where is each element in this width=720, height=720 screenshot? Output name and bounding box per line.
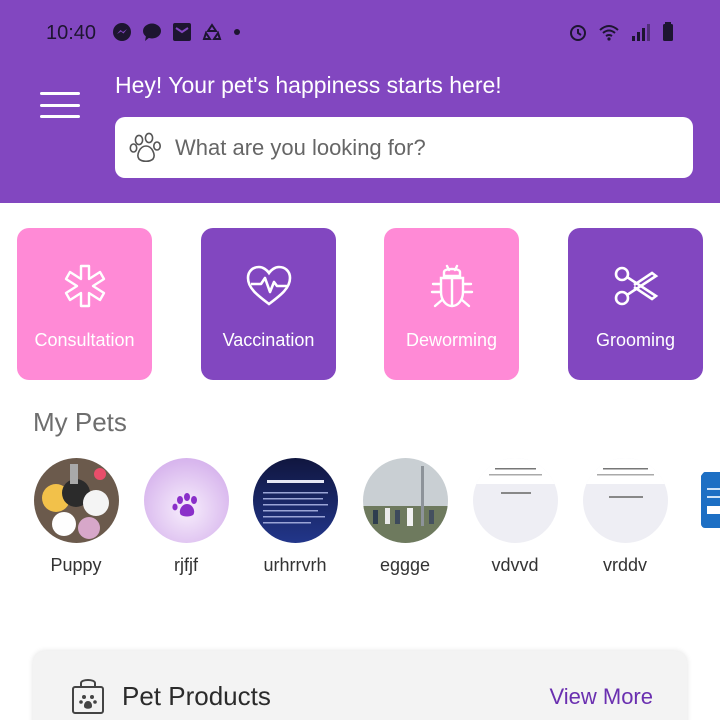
pets-carousel[interactable]: Puppy rjfjf urhrrvrh eggge vdvvd vrddv bbox=[0, 458, 720, 578]
pet-avatar bbox=[582, 458, 668, 543]
status-bar: 10:40 bbox=[0, 0, 720, 66]
heartbeat-icon bbox=[246, 265, 291, 306]
pet-name: vrddv bbox=[602, 555, 647, 575]
messenger-icon bbox=[112, 22, 132, 42]
wifi-icon bbox=[598, 22, 620, 42]
pet-avatar bbox=[692, 458, 720, 543]
pet-avatar bbox=[252, 458, 338, 543]
medical-asterisk-icon bbox=[64, 264, 105, 308]
alarm-icon bbox=[568, 22, 588, 42]
search-input[interactable]: What are you looking for? bbox=[115, 117, 693, 178]
chat-bubble-icon bbox=[142, 22, 162, 42]
view-more-link[interactable]: View More bbox=[549, 684, 653, 710]
search-placeholder: What are you looking for? bbox=[175, 134, 426, 160]
service-label-vaccination: Vaccination bbox=[222, 330, 315, 350]
pet-products-card: Pet Products View More bbox=[33, 651, 687, 720]
pet-avatar bbox=[33, 458, 119, 543]
pet-item[interactable]: vrddv bbox=[570, 458, 680, 576]
pet-name: vdvvd bbox=[491, 555, 539, 575]
consultation-button[interactable]: Consultation bbox=[17, 228, 152, 380]
service-label-grooming: Grooming bbox=[595, 330, 676, 350]
my-pets-title: My Pets bbox=[33, 407, 127, 437]
system-icons bbox=[558, 22, 674, 42]
battery-icon bbox=[662, 22, 674, 42]
service-label-consultation: Consultation bbox=[34, 330, 135, 350]
deworming-button[interactable]: Deworming bbox=[384, 228, 519, 380]
pet-name: rjfjf bbox=[174, 555, 198, 575]
signal-icon bbox=[630, 22, 652, 42]
hamburger-menu-icon[interactable] bbox=[38, 88, 82, 122]
pet-name: hc bbox=[680, 555, 720, 576]
pet-item[interactable]: Puppy bbox=[21, 458, 131, 576]
mail-icon bbox=[172, 22, 192, 42]
vaccination-button[interactable]: Vaccination bbox=[201, 228, 336, 380]
pet-avatar bbox=[472, 458, 558, 543]
pet-item[interactable]: rjfjf bbox=[131, 458, 241, 576]
paw-icon bbox=[129, 131, 163, 165]
pet-avatar bbox=[143, 458, 229, 543]
recycle-icon bbox=[202, 22, 222, 42]
pet-products-title: Pet Products bbox=[122, 681, 271, 711]
notification-icons bbox=[112, 22, 252, 42]
service-label-deworming: Deworming bbox=[405, 330, 498, 350]
pet-name: Puppy bbox=[50, 555, 102, 575]
pet-item[interactable]: urhrrvrh bbox=[240, 458, 350, 576]
pet-item[interactable]: eggge bbox=[350, 458, 460, 576]
grooming-button[interactable]: Grooming bbox=[568, 228, 703, 380]
status-time: 10:40 bbox=[46, 22, 97, 44]
pet-name: eggge bbox=[379, 555, 431, 575]
greeting-text: Hey! Your pet's happiness starts here! bbox=[115, 72, 502, 98]
pet-item[interactable]: vdvvd bbox=[460, 458, 570, 576]
pet-name: urhrrvrh bbox=[263, 555, 327, 575]
app-header: 10:40 Hey! Your pet's happiness starts h… bbox=[0, 0, 720, 203]
paw-placeholder-icon bbox=[171, 493, 197, 517]
scissors-icon bbox=[614, 266, 658, 306]
pet-avatar bbox=[362, 458, 448, 543]
service-grid: Consultation Vaccination Deworming Groom… bbox=[0, 228, 720, 380]
pet-item[interactable]: hc bbox=[680, 458, 720, 576]
bug-icon bbox=[430, 264, 473, 308]
dot-icon bbox=[232, 22, 242, 42]
shopping-bag-icon bbox=[72, 679, 104, 714]
